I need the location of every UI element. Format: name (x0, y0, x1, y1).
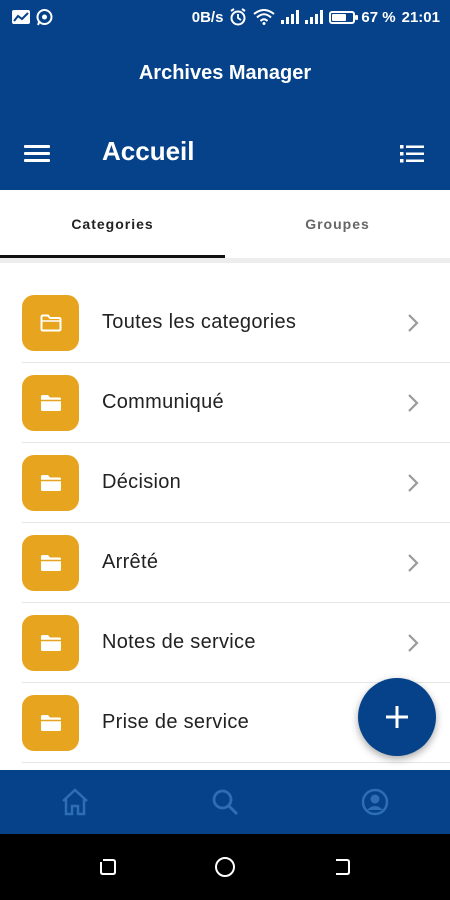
chevron-right-icon (408, 394, 419, 412)
category-item-communique[interactable]: Communiqué (0, 363, 450, 443)
menu-bar (24, 152, 50, 155)
battery-icon (329, 10, 359, 24)
chevron-right-icon (408, 554, 419, 572)
chart-icon (12, 10, 30, 24)
battery-fill (332, 13, 346, 21)
search-icon[interactable] (195, 777, 255, 827)
menu-bar (24, 159, 50, 162)
recents-icon[interactable] (88, 847, 128, 887)
app-title: Archives Manager (138, 62, 312, 84)
menu-bar (24, 145, 50, 148)
folder-icon (22, 455, 79, 511)
network-speed: 0B/s (191, 8, 224, 26)
alarm-icon (229, 8, 247, 26)
chevron-right-icon (408, 314, 419, 332)
folder-icon (22, 535, 79, 591)
status-left (12, 8, 53, 26)
category-label: Décision (102, 471, 182, 493)
status-right: 0B/s 67 % 21:01 (192, 8, 440, 26)
list-view-icon[interactable] (400, 144, 424, 164)
category-label: Toutes les categories (102, 311, 297, 333)
battery-percent: 67 % (361, 8, 396, 26)
category-item-notes-de-service[interactable]: Notes de service (0, 603, 450, 683)
folder-icon (22, 375, 79, 431)
chevron-right-icon (408, 474, 419, 492)
tab-categories[interactable]: Categories (0, 190, 225, 258)
account-icon[interactable] (345, 777, 405, 827)
clock: 21:01 (401, 8, 440, 26)
category-item-decision[interactable]: Décision (0, 443, 450, 523)
wifi-icon (253, 9, 276, 25)
home-icon[interactable] (45, 777, 105, 827)
category-item-arrete[interactable]: Arrêté (0, 523, 450, 603)
back-icon[interactable] (322, 847, 362, 887)
tab-bar: Categories Groupes (0, 190, 450, 258)
add-category-button[interactable] (358, 678, 436, 756)
tabs-divider (0, 258, 450, 263)
category-label: Prise de service (102, 711, 250, 733)
category-label: Notes de service (102, 631, 256, 653)
tab-groupes[interactable]: Groupes (225, 190, 450, 258)
folder-icon (22, 695, 79, 751)
page-title: Accueil (102, 136, 195, 166)
category-item-toutes[interactable]: Toutes les categories (0, 283, 450, 363)
category-label: Communiqué (102, 391, 224, 413)
home-circle-icon[interactable] (205, 847, 245, 887)
plus-icon (386, 706, 408, 728)
status-bar: 0B/s 67 % 21:01 (0, 0, 450, 34)
folder-icon (22, 615, 79, 671)
toolbar: Accueil (0, 134, 450, 174)
signal-icon (281, 10, 300, 24)
signal-icon (305, 10, 324, 24)
app-header: Archives Manager Accueil (0, 34, 450, 190)
folder-outline-icon (22, 295, 79, 351)
category-label: Arrêté (102, 551, 159, 573)
chevron-right-icon (408, 634, 419, 652)
bottom-nav (0, 770, 450, 834)
hamburger-menu-icon[interactable] (24, 142, 54, 166)
system-nav-bar (0, 834, 450, 900)
whatsapp-icon (36, 8, 53, 26)
